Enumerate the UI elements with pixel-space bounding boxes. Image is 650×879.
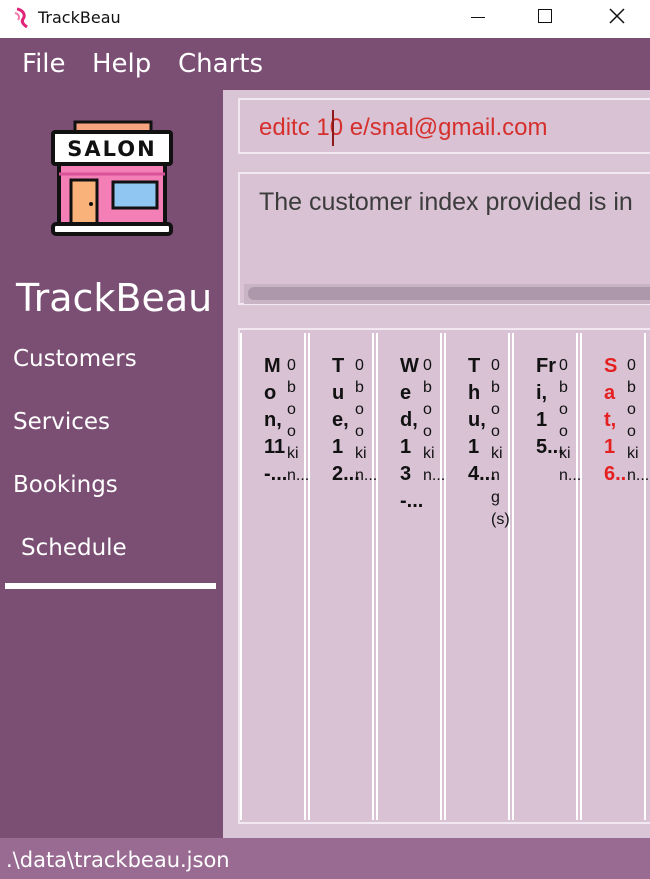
salon-sign-text: SALON <box>67 137 156 161</box>
scrollbar-thumb[interactable] <box>248 287 650 300</box>
booking-count: 0 booki n... <box>355 357 378 484</box>
main-panel: editc 10 e/snal@gmail.com The customer i… <box>223 90 650 838</box>
maximize-icon[interactable] <box>538 9 552 23</box>
result-message: The customer index provided is in <box>259 188 633 216</box>
day-name: Mon, 11-... <box>264 355 288 485</box>
result-display: The customer index provided is in <box>238 172 650 305</box>
booking-count: 0 booki n... <box>287 357 310 484</box>
menu-bar: File Help Charts <box>0 38 650 90</box>
sidebar-item-bookings[interactable]: Bookings <box>13 472 118 498</box>
menu-charts[interactable]: Charts <box>178 49 263 79</box>
text-caret <box>332 110 334 146</box>
menu-file[interactable]: File <box>22 49 66 79</box>
day-column-fri[interactable]: Fri, 15... 0 booki n... <box>512 333 582 820</box>
day-name: Fri, 15... <box>536 355 564 458</box>
menu-help[interactable]: Help <box>92 49 151 79</box>
app-logo-icon <box>14 7 28 29</box>
selected-indicator <box>5 583 216 589</box>
sidebar: SALON TrackBeau Customers Services Booki… <box>0 90 223 838</box>
day-name: Wed, 13-... <box>400 355 424 512</box>
day-name: Tue, 12... <box>332 355 360 485</box>
schedule-panel: Mon, 11-... 0 booki n... Tue, 12... 0 bo… <box>238 328 650 824</box>
window-title: TrackBeau <box>38 8 121 27</box>
sidebar-item-customers[interactable]: Customers <box>13 346 137 372</box>
day-column-tue[interactable]: Tue, 12... 0 booki n... <box>308 333 378 820</box>
command-box[interactable]: editc 10 e/snal@gmail.com <box>238 98 650 154</box>
day-column-wed[interactable]: Wed, 13-... 0 booki n... <box>376 333 446 820</box>
minimize-icon[interactable] <box>471 17 485 18</box>
booking-count: 0 booki n... <box>627 357 650 484</box>
salon-storefront-logo: SALON <box>51 120 173 236</box>
status-bar: .\data\trackbeau.json <box>0 838 650 879</box>
booking-count: 0 booki ng(s) <box>491 357 510 528</box>
day-name: Thu, 14... <box>468 355 496 485</box>
title-bar: TrackBeau <box>0 0 650 38</box>
day-column-sat[interactable]: Sat, 16.. 0 booki n... <box>580 333 650 820</box>
sidebar-item-schedule[interactable]: Schedule <box>21 535 127 561</box>
close-icon[interactable] <box>609 7 625 25</box>
day-column-thu[interactable]: Thu, 14... 0 booki ng(s) <box>444 333 510 820</box>
booking-count: 0 booki n... <box>423 357 446 484</box>
brand-name: TrackBeau <box>16 276 213 320</box>
day-name-today: Sat, 16.. <box>604 355 627 485</box>
day-column-mon[interactable]: Mon, 11-... 0 booki n... <box>240 333 310 820</box>
sidebar-item-services[interactable]: Services <box>13 409 110 435</box>
command-input[interactable]: editc 10 e/snal@gmail.com <box>259 114 548 142</box>
booking-count: 0 booki n... <box>559 357 582 484</box>
data-file-path: .\data\trackbeau.json <box>6 848 230 872</box>
